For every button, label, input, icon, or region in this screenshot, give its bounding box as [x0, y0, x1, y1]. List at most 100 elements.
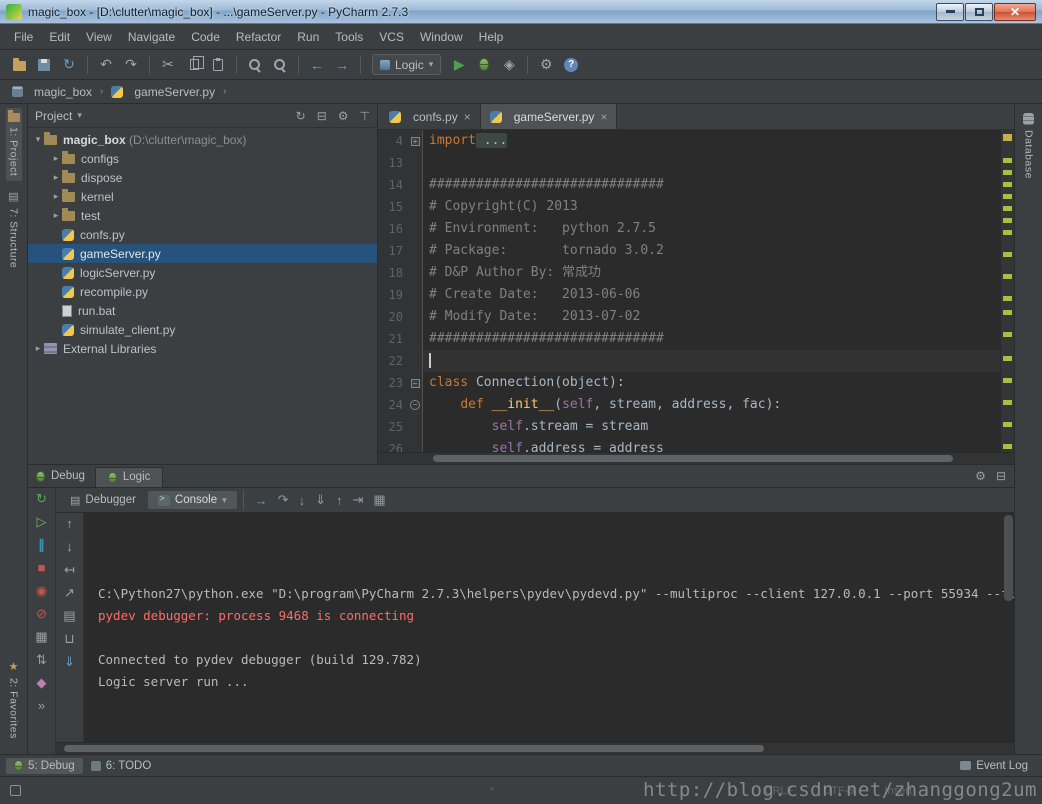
change-marker[interactable] — [1003, 252, 1012, 257]
force-step-into-icon[interactable]: ⇓ — [315, 492, 326, 508]
console-output[interactable]: C:\Python27\python.exe "D:\program\PyCha… — [84, 513, 1014, 742]
change-marker[interactable] — [1003, 310, 1012, 315]
menu-window[interactable]: Window — [412, 27, 471, 47]
run-to-cursor-icon[interactable]: ⇥ — [352, 492, 363, 508]
scroll-to-end-icon[interactable]: ⇓ — [64, 655, 75, 669]
mute-breakpoints-icon[interactable]: ⊘ — [36, 607, 47, 621]
minimize-button[interactable] — [936, 3, 964, 21]
fold-expand-icon[interactable]: + — [411, 137, 420, 146]
menu-edit[interactable]: Edit — [41, 27, 78, 47]
paste-icon[interactable] — [207, 54, 229, 76]
sidebar-item-structure[interactable]: ▤ 7: Structure — [6, 187, 22, 273]
change-marker[interactable] — [1003, 444, 1012, 449]
breadcrumb-item[interactable]: magic_box — [8, 83, 96, 101]
cut-icon[interactable]: ✂ — [157, 54, 179, 76]
change-marker[interactable] — [1003, 378, 1012, 383]
tree-item-configs[interactable]: ▸configs — [28, 149, 377, 168]
chevron-icon[interactable]: ▸ — [32, 343, 44, 354]
change-marker[interactable] — [1003, 194, 1012, 199]
undo-icon[interactable]: ↶ — [95, 54, 117, 76]
step-into-icon[interactable]: ↓ — [299, 493, 306, 508]
debug-session-tab[interactable]: Logic — [95, 467, 164, 488]
status-item-insert[interactable]: Insert — [884, 785, 912, 797]
help-icon[interactable]: ? — [560, 54, 582, 76]
menu-navigate[interactable]: Navigate — [120, 27, 183, 47]
chevron-icon[interactable]: ▸ — [50, 153, 62, 164]
toolbar-tab-todo[interactable]: 6: TODO — [83, 758, 160, 774]
breadcrumb-item[interactable]: gameServer.py — [107, 83, 219, 101]
stop-icon[interactable]: ■ — [38, 561, 46, 575]
redo-icon[interactable]: ↷ — [120, 54, 142, 76]
settings-icon[interactable]: ⚙ — [535, 54, 557, 76]
menu-tools[interactable]: Tools — [327, 27, 371, 47]
more-icon[interactable]: » — [38, 699, 45, 713]
fold-method-icon[interactable]: − — [410, 400, 420, 410]
code-lines[interactable]: 4+import ...1314########################… — [378, 130, 1000, 452]
sidebar-item-database[interactable]: Database — [1021, 108, 1037, 184]
tree-item-recompile-py[interactable]: recompile.py — [28, 282, 377, 301]
rerun-icon[interactable]: ↻ — [36, 492, 47, 506]
tab-console[interactable]: Console ▾ — [148, 491, 237, 509]
sidebar-item-project[interactable]: 1: Project — [6, 108, 22, 181]
show-execution-point-icon[interactable]: → — [255, 493, 268, 508]
back-icon[interactable]: ← — [306, 54, 328, 76]
event-log-button[interactable]: Event Log — [952, 758, 1036, 774]
resume-icon[interactable]: ▷ — [37, 515, 47, 529]
close-tab-icon[interactable]: × — [600, 111, 607, 123]
tree-item-gameserver-py[interactable]: gameServer.py — [28, 244, 377, 263]
chevron-down-icon[interactable]: ▾ — [77, 110, 82, 121]
change-marker[interactable] — [1003, 274, 1012, 279]
settings-gear-icon[interactable]: ⚙ — [975, 469, 986, 483]
tab-gameserver-py[interactable]: gameServer.py × — [481, 104, 618, 129]
chevron-icon[interactable]: ▸ — [50, 191, 62, 202]
menu-file[interactable]: File — [6, 27, 41, 47]
chevron-icon[interactable]: ▾ — [32, 134, 44, 145]
collapse-all-icon[interactable]: ⊟ — [317, 109, 327, 123]
jump-to-source-icon[interactable]: ↤ — [64, 563, 75, 577]
evaluate-expression-icon[interactable]: ▦ — [373, 492, 385, 508]
restore-layout-icon[interactable]: ▦ — [35, 630, 47, 644]
change-marker[interactable] — [1003, 356, 1012, 361]
settings-icon[interactable]: ⚙ — [338, 109, 349, 123]
scrollbar-thumb[interactable] — [64, 745, 764, 752]
print-icon[interactable]: ▤ — [63, 609, 75, 623]
maximize-button[interactable] — [965, 3, 993, 21]
toolbar-tab-debug[interactable]: 5: Debug — [6, 758, 83, 774]
down-icon[interactable]: ↓ — [66, 540, 73, 554]
scrollbar-thumb[interactable] — [433, 455, 953, 462]
hide-panel-icon[interactable]: ⊣ — [358, 110, 372, 120]
forward-icon[interactable]: → — [331, 54, 353, 76]
tree-item-confs-py[interactable]: confs.py — [28, 225, 377, 244]
export-icon[interactable]: ↗ — [64, 586, 75, 600]
toolwindow-toggle-icon[interactable] — [10, 785, 21, 796]
pin-icon[interactable]: ◆ — [37, 676, 47, 690]
chevron-icon[interactable]: ▸ — [50, 210, 62, 221]
run-icon[interactable]: ▶ — [448, 54, 470, 76]
clear-icon[interactable]: ⊔ — [64, 632, 74, 646]
status-item-crlf[interactable]: CRLF — [765, 785, 794, 797]
close-tab-icon[interactable]: × — [464, 111, 471, 123]
change-marker[interactable] — [1003, 158, 1012, 163]
change-marker[interactable] — [1003, 296, 1012, 301]
sync-icon[interactable]: ↻ — [296, 109, 306, 123]
tab-confs-py[interactable]: confs.py × — [380, 104, 481, 129]
save-all-icon[interactable] — [33, 54, 55, 76]
replace-icon[interactable] — [269, 54, 291, 76]
chevron-down-icon[interactable]: ▾ — [222, 495, 227, 506]
error-stripe[interactable] — [1000, 130, 1014, 452]
tree-item-external-libraries[interactable]: ▸External Libraries — [28, 339, 377, 358]
view-breakpoints-icon[interactable]: ◉ — [36, 584, 47, 598]
refresh-icon[interactable]: ↻ — [58, 54, 80, 76]
coverage-icon[interactable]: ◈ — [498, 54, 520, 76]
console-horizontal-scrollbar[interactable] — [56, 742, 1014, 754]
change-marker[interactable] — [1003, 182, 1012, 187]
sidebar-item-favorites[interactable]: ★ 2: Favorites — [6, 657, 22, 744]
chevron-icon[interactable]: ▸ — [50, 172, 62, 183]
menu-help[interactable]: Help — [471, 27, 512, 47]
run-configuration-selector[interactable]: Logic▾ — [372, 54, 441, 75]
menu-code[interactable]: Code — [183, 27, 228, 47]
tree-item-kernel[interactable]: ▸kernel — [28, 187, 377, 206]
tree-item-magic-box[interactable]: ▾magic_box (D:\clutter\magic_box) — [28, 130, 377, 149]
pause-icon[interactable]: ∥ — [38, 538, 45, 552]
close-button[interactable]: ✕ — [994, 3, 1036, 21]
